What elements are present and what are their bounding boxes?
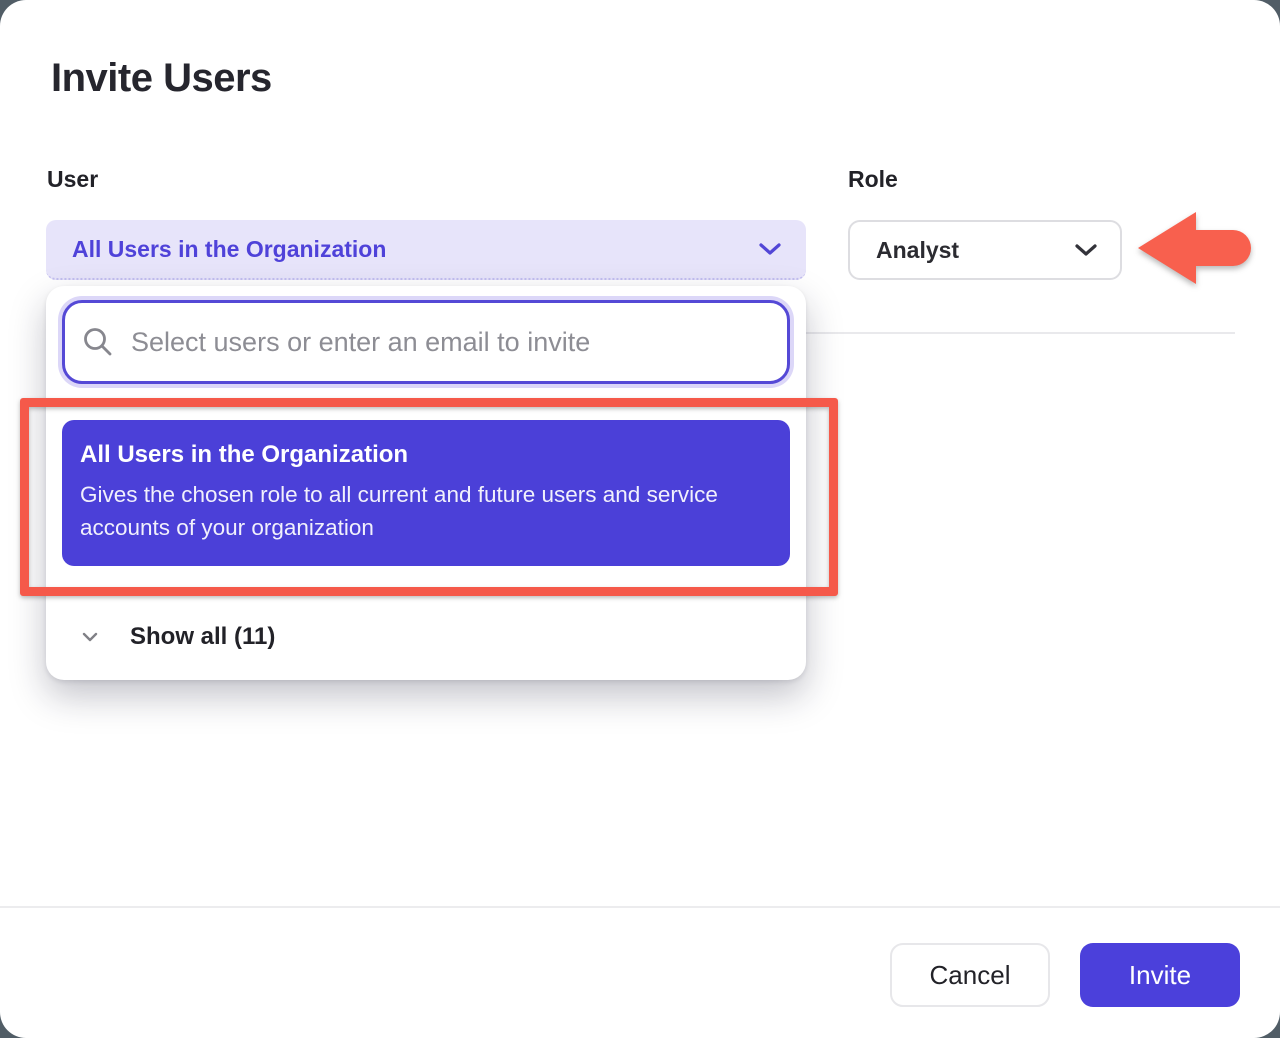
option-description: Gives the chosen role to all current and…	[80, 478, 772, 544]
show-all-label: Show all (11)	[130, 623, 275, 651]
chevron-down-icon	[758, 242, 782, 256]
annotation-arrow-left-icon	[1128, 203, 1256, 299]
invite-button[interactable]: Invite	[1080, 943, 1240, 1007]
show-all-toggle[interactable]: Show all (11)	[46, 612, 806, 662]
role-select[interactable]: Analyst	[848, 220, 1122, 280]
user-select-value: All Users in the Organization	[72, 236, 758, 263]
chevron-down-icon	[1074, 243, 1098, 257]
page-title: Invite Users	[51, 56, 272, 101]
option-title: All Users in the Organization	[80, 441, 772, 469]
option-all-users-org[interactable]: All Users in the Organization Gives the …	[62, 420, 790, 566]
user-search	[62, 300, 790, 384]
cancel-button[interactable]: Cancel	[890, 943, 1050, 1007]
user-search-input[interactable]	[62, 300, 790, 384]
role-select-value: Analyst	[876, 237, 1074, 264]
chevron-down-icon	[82, 632, 98, 642]
user-select[interactable]: All Users in the Organization	[46, 220, 806, 280]
user-dropdown-panel: All Users in the Organization Gives the …	[46, 286, 806, 680]
invite-users-dialog: Invite Users User Role All Users in the …	[0, 0, 1280, 1038]
role-field-label: Role	[848, 166, 898, 193]
user-field-label: User	[47, 166, 98, 193]
footer-divider	[0, 906, 1280, 908]
